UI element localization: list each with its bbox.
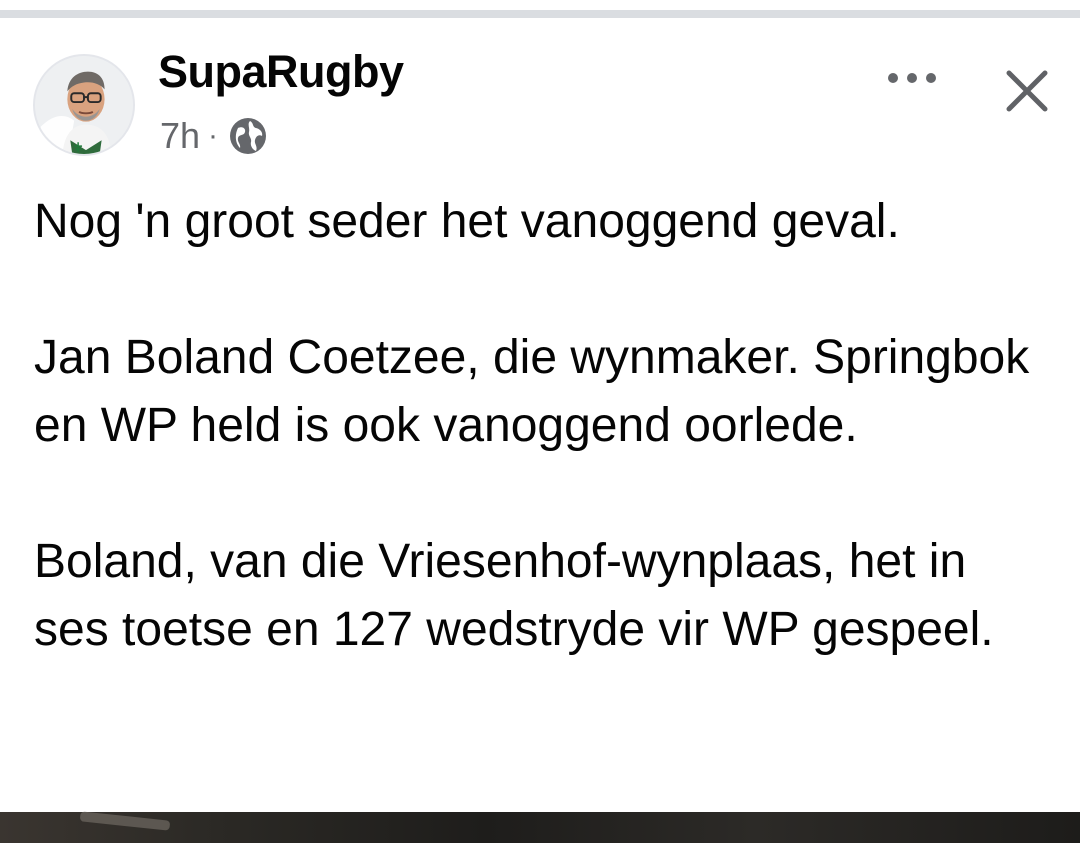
media-edge-highlight bbox=[79, 811, 171, 831]
post-media-preview[interactable] bbox=[0, 811, 1080, 843]
post-paragraph: Nog 'n groot seder het vanoggend geval. bbox=[34, 195, 900, 248]
top-divider bbox=[0, 10, 1080, 18]
post-timestamp[interactable]: 7h bbox=[160, 118, 200, 154]
more-dots-icon bbox=[888, 73, 936, 83]
author-name[interactable]: SupaRugby bbox=[158, 47, 404, 97]
close-icon bbox=[1006, 70, 1048, 112]
post-text: Nog 'n groot seder het vanoggend geval. … bbox=[34, 188, 1044, 664]
avatar-illustration-icon bbox=[35, 56, 133, 154]
close-button[interactable] bbox=[996, 60, 1058, 122]
more-options-button[interactable] bbox=[880, 58, 944, 98]
post-paragraph: Boland, van die Vriesenhof-wynplaas, het… bbox=[34, 535, 994, 656]
meta-separator: · bbox=[208, 119, 219, 152]
post-paragraph: Jan Boland Coetzee, die wynmaker. Spring… bbox=[34, 331, 1030, 452]
globe-icon[interactable] bbox=[228, 116, 268, 156]
post-viewer: SupaRugby 7h · Nog 'n groot seder het va… bbox=[0, 0, 1080, 843]
post-header: SupaRugby 7h · bbox=[0, 18, 1080, 168]
author-avatar[interactable] bbox=[33, 54, 135, 156]
post-meta: 7h · bbox=[160, 116, 268, 156]
top-spacer bbox=[0, 0, 1080, 10]
